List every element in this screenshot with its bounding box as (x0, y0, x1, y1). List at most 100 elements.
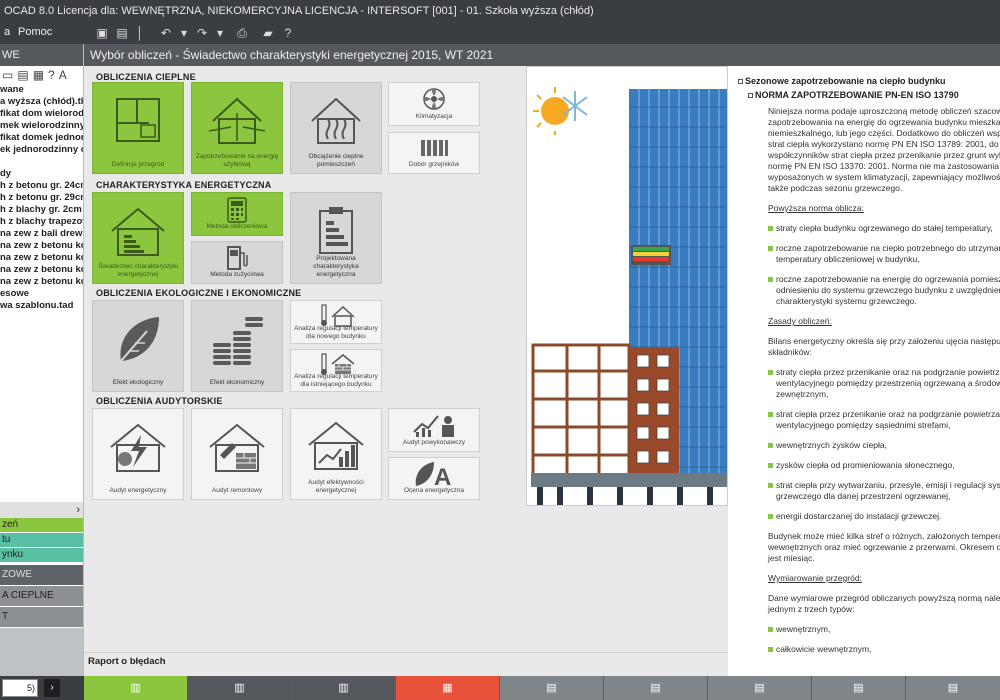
undo-icon[interactable]: ↶ (158, 25, 174, 41)
tab-5[interactable]: ▤ (500, 676, 604, 700)
page-selector: 5) › (0, 676, 84, 700)
page-input[interactable]: 5) (2, 679, 38, 697)
report-icon-2: ▤ (650, 682, 661, 694)
tile-dobor[interactable]: Dobór grzejników (388, 132, 480, 174)
tree-item[interactable]: wane (0, 84, 83, 96)
tree-item[interactable]: h z blachy gr. 2cm z (0, 204, 83, 216)
bottom-tab-bar: ▥ ▥ ▥ ▦ ▤ ▤ ▤ ▤ ▤ (84, 676, 1000, 700)
tile-zapotrzebowanie-label: Zapotrzebowanie na energię użytkową (195, 153, 279, 168)
tab-8[interactable]: ▤ (812, 676, 906, 700)
tab-7[interactable]: ▤ (708, 676, 812, 700)
collapse-icon-2[interactable] (748, 93, 753, 99)
group-2[interactable]: tu (0, 533, 83, 547)
section-heat: OBLICZENIA CIEPLNE (96, 72, 196, 82)
radiator-icon (419, 137, 449, 159)
tile-klimatyzacja[interactable]: Klimatyzacja (388, 82, 480, 126)
leaf-icon (113, 313, 163, 367)
tab-2[interactable]: ▥ (188, 676, 292, 700)
tab-4[interactable]: ▦ (396, 676, 500, 700)
group-1[interactable]: zeń (0, 518, 83, 532)
tree-item[interactable]: fikat domek jednoro (0, 132, 83, 144)
tree-item[interactable]: mek wielorodzinny.t (0, 120, 83, 132)
tile-zapotrzebowanie[interactable]: Zapotrzebowanie na energię użytkową (191, 82, 283, 174)
collapse-icon[interactable] (738, 79, 743, 85)
paragraph-3: Budynek może mieć kilka stref o różnych,… (768, 531, 1000, 563)
print-icon[interactable]: ⎙ (234, 25, 250, 41)
tree-item[interactable]: na zew z betonu ko (0, 252, 83, 264)
tile-analiza-ist[interactable]: Analiza regulacji temperatury dla istnie… (290, 349, 382, 392)
redo-icon[interactable]: ↷ (194, 25, 210, 41)
help-icon[interactable]: ? (280, 25, 296, 41)
redo-menu-icon[interactable]: ▾ (212, 25, 228, 41)
dark-group-1[interactable]: ZOWE (0, 565, 83, 585)
tree-item[interactable]: wa szablonu.tad (0, 300, 83, 312)
error-report-bar[interactable]: Raport o błędach (84, 652, 728, 676)
tab-3[interactable]: ▥ (292, 676, 396, 700)
report-icon-3: ▤ (754, 682, 765, 694)
tile-projektowana[interactable]: Projektowana charakterystyka energetyczn… (290, 192, 382, 284)
tree-item[interactable]: fikat dom wieloroda (0, 108, 83, 120)
tile-audyt-en[interactable]: Audyt energetyczny (92, 408, 184, 500)
group-3[interactable]: ynku (0, 548, 83, 562)
tab-6[interactable]: ▤ (604, 676, 708, 700)
tab-1[interactable]: ▥ (84, 676, 188, 700)
tile-audyt-rem[interactable]: Audyt remontowy (191, 408, 283, 500)
tree-item[interactable] (0, 156, 83, 168)
tree-item[interactable]: esowe (0, 288, 83, 300)
tree-item[interactable]: h z blachy trapezow (0, 216, 83, 228)
tile-klimatyzacja-label: Klimatyzacja (415, 113, 453, 120)
tree-item[interactable]: h z betonu gr. 29cm (0, 192, 83, 204)
tile-metoda-obl[interactable]: Metoda obliczeniowa (191, 192, 283, 236)
document-edit-icon: ▥ (234, 682, 245, 694)
tile-metoda-obl-label: Metoda obliczeniowa (206, 223, 268, 230)
menu-item-pomoc[interactable]: Pomoc (18, 26, 52, 38)
tile-analiza-nowy-label: Analiza regulacji temperatury dla nowego… (294, 325, 378, 340)
fan-icon (422, 87, 446, 111)
bullet-7: zysków ciepła od promieniowania słoneczn… (768, 460, 1000, 471)
go-button[interactable]: › (44, 679, 60, 697)
tree-item[interactable]: na zew z betonu ko (0, 240, 83, 252)
dark-group-3[interactable]: T (0, 607, 83, 627)
panel-expand-button[interactable]: › (0, 502, 83, 518)
tab-9[interactable]: ▤ (906, 676, 1000, 700)
clipboard-energy-icon (316, 205, 356, 255)
subheading-2: Zasady obliczeń: (768, 316, 832, 326)
tree-item[interactable]: h z betonu gr. 24cm (0, 180, 83, 192)
tile-metoda-zuz-label: Metoda zużyciowa (210, 271, 264, 278)
delete-icon[interactable]: ▦ (33, 68, 44, 82)
tree-item[interactable]: ek jednorodzinny ob (0, 144, 83, 156)
tile-analiza-nowy[interactable]: Analiza regulacji temperatury dla nowego… (290, 300, 382, 344)
dark-group-2[interactable]: A CIEPLNE (0, 586, 83, 606)
house-lightning-icon (107, 421, 169, 475)
description-panel: Sezonowe zapotrzebowanie na ciepło budyn… (728, 66, 1000, 676)
tile-audyt-ef[interactable]: Audyt efektywności energetycznej (290, 408, 382, 500)
tile-audyt-rem-label: Audyt remontowy (211, 487, 263, 494)
tile-efekt-ekon[interactable]: Efekt ekonomiczny (191, 300, 283, 392)
tree-item[interactable]: dy (0, 168, 83, 180)
question-icon[interactable]: ? (48, 68, 55, 82)
bullet-6: wewnętrznych zysków ciepła, (768, 440, 1000, 451)
lock-icon[interactable]: ▰ (260, 25, 276, 41)
bullet-2: roczne zapotrzebowanie na ciepło potrzeb… (768, 243, 1000, 265)
undo-menu-icon[interactable]: ▾ (176, 25, 192, 41)
new-project-icon[interactable]: ▭ (2, 68, 13, 82)
save-as-icon[interactable]: ▤ (114, 25, 130, 41)
tree-item[interactable]: na zew z betonu ko (0, 264, 83, 276)
paragraph-4: Dane wymiarowe przegród obliczanych powy… (768, 593, 1000, 614)
tile-definicje[interactable]: Definicje przegród (92, 82, 184, 174)
menu-item-1[interactable]: a (4, 26, 10, 38)
tile-efekt-eko[interactable]: Efekt ekologiczny (92, 300, 184, 392)
tree-item[interactable]: na zew z betonu ko (0, 276, 83, 288)
tile-metoda-zuz[interactable]: Metoda zużyciowa (191, 241, 283, 284)
tile-obciazenie[interactable]: Obciążenie cieplne pomieszczeń (290, 82, 382, 174)
tile-audyt-pow[interactable]: Audyt powykonawczy (388, 408, 480, 452)
tree-item[interactable]: a wyższa (chłód).thi (0, 96, 83, 108)
tile-swiadectwo[interactable]: Świadectwo charakterystyki energetycznej (92, 192, 184, 284)
presentation-chart-icon (412, 412, 456, 438)
tree-item[interactable]: na zew z bali drewni (0, 228, 83, 240)
tile-ocena[interactable]: A Ocena energetyczna (388, 457, 480, 500)
save-icon[interactable]: ▣ (94, 25, 110, 41)
description-subheading: NORMA ZAPOTRZEBOWANIE PN-EN ISO 13790 (748, 90, 959, 100)
font-icon[interactable]: A (59, 68, 67, 82)
copy-icon[interactable]: ▤ (17, 68, 28, 82)
